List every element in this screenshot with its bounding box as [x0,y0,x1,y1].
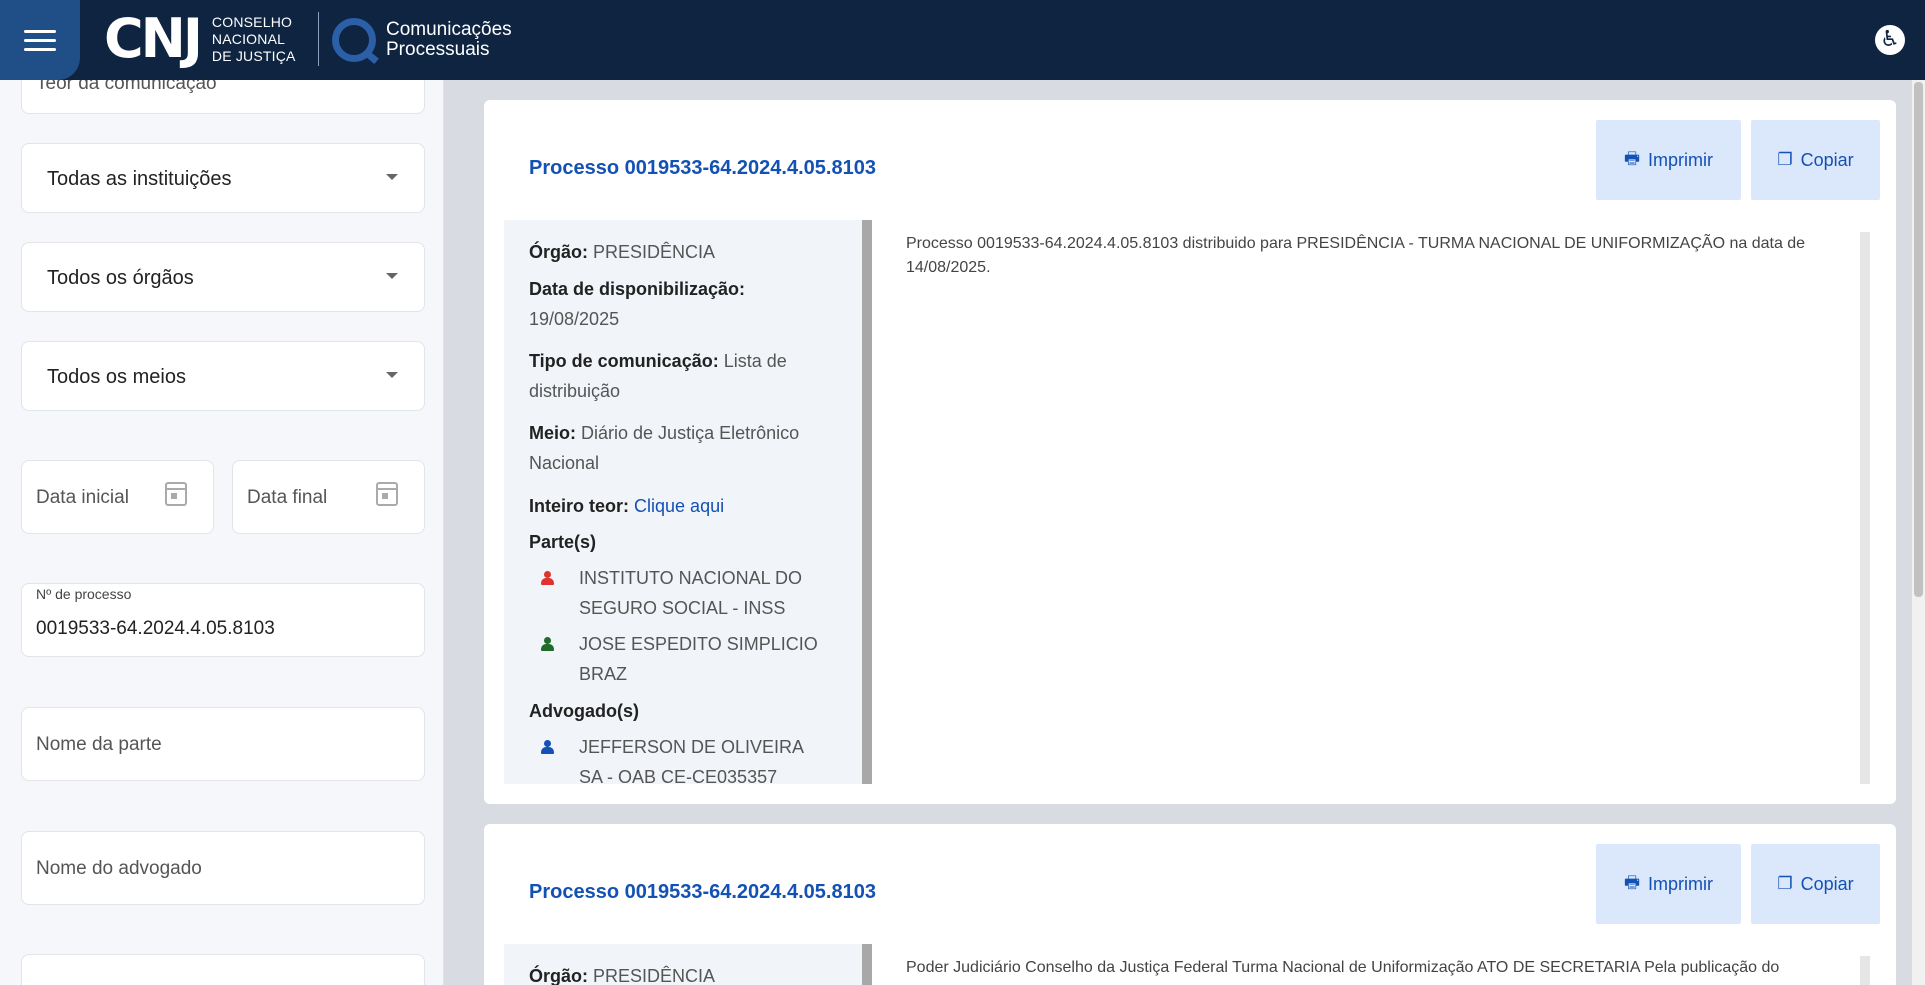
chevron-down-icon [386,372,398,378]
top-header: CNJ CONSELHO NACIONAL DE JUSTIÇA Comunic… [0,0,1925,80]
accessibility-icon[interactable]: ♿ [1875,25,1905,55]
meios-value: Todos os meios [47,366,186,388]
communication-text: Processo 0019533-64.2024.4.05.8103 distr… [892,232,1870,784]
processo-label: Nº de processo [36,586,132,602]
inteiro-teor-row: Inteiro teor: Clique aqui [529,496,725,516]
results-area: Processo 0019533-64.2024.4.05.8103 🖶 Imp… [445,80,1912,985]
page-scrollbar[interactable] [1912,80,1925,985]
print-button[interactable]: 🖶 Imprimir [1596,120,1741,200]
nome-parte-field[interactable]: Nome da parte [21,707,425,781]
person-icon [541,637,554,651]
printer-icon: 🖶 [1623,148,1641,169]
communication-text: Poder Judiciário Conselho da Justiça Fed… [892,956,1870,985]
process-details-panel: Órgão: PRESIDÊNCIA [504,944,872,985]
parte-item: INSTITUTO NACIONAL DO SEGURO SOCIAL - IN… [541,563,831,623]
scrollbar-thumb[interactable] [1914,82,1923,597]
copy-button[interactable]: ❐ Copiar [1751,844,1880,924]
orgaos-select[interactable]: Todos os órgãos [21,242,425,312]
comunicacoes-logo[interactable]: Comunicações Processuais [332,18,512,62]
copy-icon: ❐ [1777,150,1793,170]
partes-heading: Parte(s) [529,532,597,552]
process-title[interactable]: Processo 0019533-64.2024.4.05.8103 [529,157,876,180]
teor-placeholder: Teor da comunicação [36,80,217,94]
instituicoes-value: Todas as instituições [47,168,232,190]
print-label: Imprimir [1648,873,1714,894]
advogados-heading: Advogado(s) [529,701,639,721]
person-icon [541,740,554,754]
chevron-down-icon [386,273,398,279]
tipo-comunicacao-row: Tipo de comunicação: Lista de distribuiç… [529,351,787,401]
data-value: 19/08/2025 [529,309,620,329]
result-card: Processo 0019533-64.2024.4.05.8103 🖶 Imp… [484,824,1896,985]
nome-advogado-placeholder: Nome do advogado [36,858,202,879]
inteiro-teor-link[interactable]: Clique aqui [634,496,724,516]
calendar-icon[interactable] [165,482,187,506]
parte-item: JOSE ESPEDITO SIMPLICIO BRAZ [541,629,831,689]
orgao-row: Órgão: PRESIDÊNCIA [529,242,716,262]
product-line-2: Processuais [386,39,490,60]
processo-value: 0019533-64.2024.4.05.8103 [36,618,275,639]
logo-divider [318,12,319,66]
product-line-1: Comunicações [386,19,512,40]
logo-line-1: CONSELHO [211,13,293,30]
comunicacoes-logo-icon [332,18,376,62]
data-disponibilizacao-row: Data de disponibilização: 19/08/2025 [529,279,746,329]
teor-field[interactable]: Teor da comunicação [21,80,425,114]
meios-select[interactable]: Todos os meios [21,341,425,411]
calendar-icon[interactable] [376,482,398,506]
orgaos-value: Todos os órgãos [47,267,194,289]
nome-advogado-field[interactable]: Nome do advogado [21,831,425,905]
menu-button[interactable] [0,0,80,80]
copy-label: Copiar [1800,149,1854,170]
process-details-panel: Órgão: PRESIDÊNCIA Data de disponibiliza… [504,220,872,787]
data-final-placeholder: Data final [247,487,328,508]
filter-sidebar: Teor da comunicação Todas as instituiçõe… [0,80,444,985]
cnj-logo[interactable]: CNJ CONSELHO NACIONAL DE JUSTIÇA [104,10,296,68]
logo-line-3: DE JUSTIÇA [211,47,296,64]
chevron-down-icon [386,174,398,180]
print-button[interactable]: 🖶 Imprimir [1596,844,1741,924]
meio-row: Meio: Diário de Justiça Eletrônico Nacio… [529,423,800,473]
hamburger-icon [24,29,56,33]
nome-parte-placeholder: Nome da parte [36,734,162,755]
copy-icon: ❐ [1777,874,1793,894]
print-label: Imprimir [1648,149,1714,170]
instituicoes-select[interactable]: Todas as instituições [21,143,425,213]
data-inicial-field[interactable]: Data inicial [21,460,214,534]
orgao-row: Órgão: PRESIDÊNCIA [529,966,716,985]
process-title[interactable]: Processo 0019533-64.2024.4.05.8103 [529,881,876,904]
advogado-item: JEFFERSON DE OLIVEIRA SA - OAB CE-CE0353… [541,732,831,792]
person-icon [541,571,554,585]
printer-icon: 🖶 [1623,872,1641,893]
data-final-field[interactable]: Data final [232,460,425,534]
next-field[interactable] [21,954,425,985]
logo-line-2: NACIONAL [211,30,286,47]
data-inicial-placeholder: Data inicial [36,487,129,508]
result-card: Processo 0019533-64.2024.4.05.8103 🖶 Imp… [484,100,1896,804]
copy-label: Copiar [1800,873,1854,894]
cnj-logo-mark: CNJ [104,7,203,70]
orgao-value: PRESIDÊNCIA [593,242,716,262]
processo-field[interactable]: Nº de processo 0019533-64.2024.4.05.8103 [21,583,425,657]
copy-button[interactable]: ❐ Copiar [1751,120,1880,200]
